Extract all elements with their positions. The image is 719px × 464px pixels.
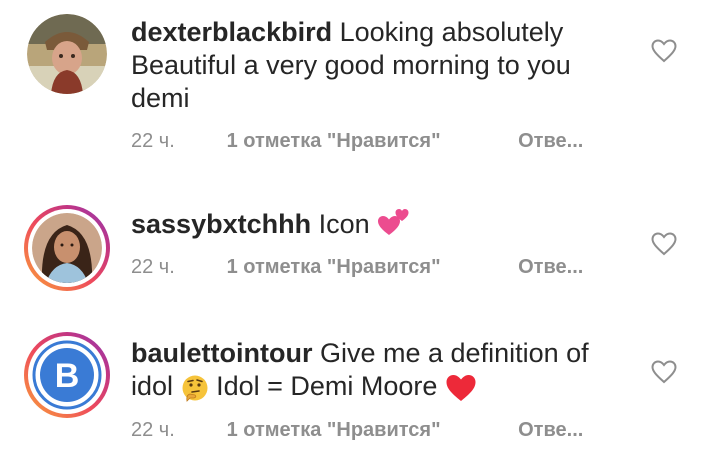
thinking-face-emoji-icon xyxy=(182,375,208,402)
two-hearts-emoji-icon xyxy=(378,208,409,235)
comment-text: Icon xyxy=(318,209,370,239)
reply-button[interactable]: Отве... xyxy=(518,419,583,442)
comment-likes-link[interactable]: 1 отметка "Нравится" xyxy=(227,419,513,442)
comment-time: 22 ч. xyxy=(131,256,175,278)
comment-likes-link[interactable]: 1 отметка "Нравится" xyxy=(227,256,513,279)
comment-meta-2: 22 ч. 1 отметка "Нравится" Отве... xyxy=(131,256,583,279)
comment-meta-1: 22 ч. 1 отметка "Нравится" Отве... xyxy=(131,130,583,153)
user-avatar-photo-icon xyxy=(27,14,107,94)
avatar-ring-gap: B xyxy=(28,336,106,414)
like-heart-icon[interactable] xyxy=(651,232,677,256)
reply-button[interactable]: Отве... xyxy=(518,256,583,279)
letter-b-logo-icon: B xyxy=(32,340,102,410)
avatar-ring-gap xyxy=(28,209,106,287)
comment-username[interactable]: dexterblackbird xyxy=(131,17,332,47)
like-heart-icon[interactable] xyxy=(651,39,677,63)
red-heart-emoji-icon xyxy=(446,374,476,401)
comment-body-2: sassybxtchhh Icon xyxy=(131,208,631,241)
like-heart-icon[interactable] xyxy=(651,360,677,384)
comment-username[interactable]: sassybxtchhh xyxy=(131,209,311,239)
avatar-dexterblackbird[interactable] xyxy=(24,11,110,97)
comment-time: 22 ч. xyxy=(131,419,175,441)
comment-likes-link[interactable]: 1 отметка "Нравится" xyxy=(227,130,513,153)
avatar-sassybxtchhh[interactable] xyxy=(24,205,110,291)
comment-body-1: dexterblackbird Looking absolutely Beaut… xyxy=(131,16,631,115)
reply-button[interactable]: Отве... xyxy=(518,130,583,153)
comment-username[interactable]: baulettointour xyxy=(131,338,312,368)
avatar-baulettointour[interactable]: B xyxy=(24,332,110,418)
comment-meta-3: 22 ч. 1 отметка "Нравится" Отве... xyxy=(131,419,583,442)
comment-time: 22 ч. xyxy=(131,130,175,152)
user-avatar-photo-icon xyxy=(32,213,102,283)
comment-text-part2: Idol = Demi Moore xyxy=(216,371,438,401)
comment-body-3: baulettointour Give me a definition of i… xyxy=(131,337,631,403)
avatar-letter: B xyxy=(55,357,80,395)
